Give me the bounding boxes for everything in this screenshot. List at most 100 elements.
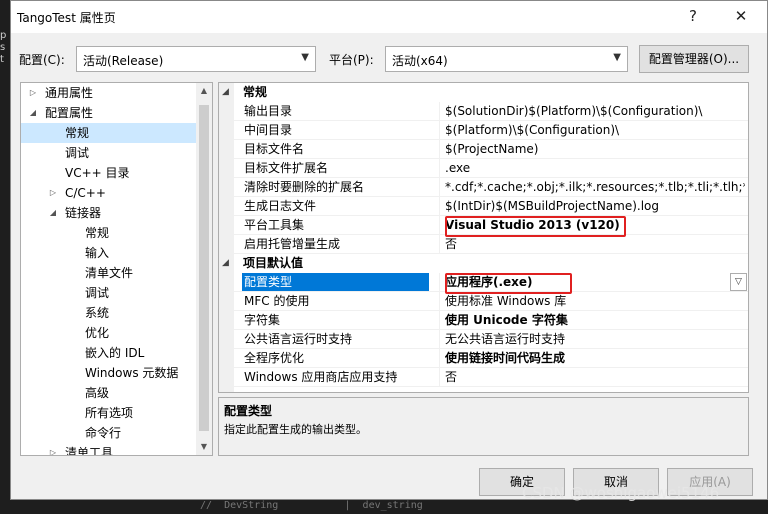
scroll-down-icon[interactable]: ▼ (196, 439, 212, 455)
help-icon[interactable]: ? (681, 5, 705, 27)
collapse-icon[interactable]: ◢ (222, 83, 229, 102)
property-key: 启用托管增量生成 (244, 237, 341, 251)
column-divider[interactable] (439, 273, 440, 292)
platform-label: 平台(P): (329, 53, 374, 67)
scroll-thumb[interactable] (199, 105, 209, 431)
scroll-up-icon[interactable]: ▲ (196, 83, 212, 99)
column-divider[interactable] (439, 121, 440, 140)
chevron-down-icon: ▼ (301, 52, 309, 63)
property-row[interactable]: 输出目录 $(SolutionDir)$(Platform)\$(Configur… (234, 102, 748, 121)
column-divider[interactable] (439, 330, 440, 349)
tree-item-label: 命令行 (85, 426, 122, 440)
background-code-line: // DevString | dev_string (0, 500, 768, 514)
category-project-defaults[interactable]: ◢ 项目默认值 (219, 254, 748, 273)
category-defaults-label: 项目默认值 (243, 256, 304, 270)
expand-icon[interactable]: ▷ (47, 183, 59, 203)
property-value[interactable]: $(Platform)\$(Configuration)\ (445, 121, 745, 139)
property-value[interactable]: $(IntDir)$(MSBuildProjectName).log (445, 197, 745, 215)
tree-item[interactable]: 优化 (21, 323, 212, 343)
tree-item-label: 调试 (65, 146, 90, 160)
column-divider[interactable] (439, 368, 440, 387)
tree-item-label: Windows 元数据 (85, 366, 179, 380)
property-row[interactable]: 目标文件扩展名 .exe (234, 159, 748, 178)
column-divider[interactable] (439, 178, 440, 197)
expand-icon[interactable]: ▷ (47, 443, 59, 455)
property-row[interactable]: 中间目录 $(Platform)\$(Configuration)\ (234, 121, 748, 140)
category-general[interactable]: ◢ 常规 (219, 83, 748, 102)
property-value[interactable]: $(ProjectName) (445, 140, 745, 158)
property-row[interactable]: 全程序优化 使用链接时间代码生成 (234, 349, 748, 368)
property-value[interactable]: 否 (445, 235, 745, 253)
column-divider[interactable] (439, 159, 440, 178)
column-divider[interactable] (439, 216, 440, 235)
category-general-label: 常规 (243, 85, 268, 99)
tree-item[interactable]: Windows 元数据 (21, 363, 212, 383)
tree-item[interactable]: 常规 (21, 223, 212, 243)
tree-item-label: 常规 (65, 126, 90, 140)
property-value[interactable]: *.cdf;*.cache;*.obj;*.ilk;*.resources;*.… (445, 178, 745, 196)
background-editor-text: p s t (0, 30, 7, 65)
tree-item[interactable]: ◢ 链接器 (21, 203, 212, 223)
tree-item-label: 所有选项 (85, 406, 134, 420)
collapse-icon[interactable]: ◢ (222, 254, 229, 273)
column-divider[interactable] (439, 292, 440, 311)
tree-item[interactable]: 清单文件 (21, 263, 212, 283)
tree-item-label: 系统 (85, 306, 110, 320)
property-row[interactable]: 字符集 使用 Unicode 字符集 (234, 311, 748, 330)
property-row[interactable]: 清除时要删除的扩展名 *.cdf;*.cache;*.obj;*.ilk;*.re… (234, 178, 748, 197)
tree-item[interactable]: 调试 (21, 283, 212, 303)
property-value[interactable]: 使用 Unicode 字符集 (445, 311, 745, 329)
property-key: 字符集 (244, 313, 281, 327)
close-icon[interactable]: ✕ (729, 5, 753, 27)
tree-item[interactable]: 调试 (21, 143, 212, 163)
tree-item[interactable]: ▷ C/C++ (21, 183, 212, 203)
column-divider[interactable] (439, 197, 440, 216)
property-row[interactable]: 公共语言运行时支持 无公共语言运行时支持 (234, 330, 748, 349)
tree-item[interactable]: 所有选项 (21, 403, 212, 423)
column-divider[interactable] (439, 311, 440, 330)
tree-item[interactable]: 高级 (21, 383, 212, 403)
tree-item-label: VC++ 目录 (65, 166, 130, 180)
column-divider[interactable] (439, 349, 440, 368)
property-row[interactable]: MFC 的使用 使用标准 Windows 库 (234, 292, 748, 311)
tree-item-label: 配置属性 (45, 106, 94, 120)
config-select[interactable]: 活动(Release) ▼ (76, 46, 316, 72)
tree-scrollbar[interactable]: ▲ ▼ (196, 83, 212, 455)
collapse-icon[interactable]: ◢ (47, 203, 59, 223)
column-divider[interactable] (439, 235, 440, 254)
property-value[interactable]: 否 (445, 368, 745, 386)
property-row[interactable]: Windows 应用商店应用支持 否 (234, 368, 748, 387)
tree-item[interactable]: 系统 (21, 303, 212, 323)
property-value[interactable]: 使用链接时间代码生成 (445, 349, 745, 367)
property-value[interactable]: 使用标准 Windows 库 (445, 292, 745, 310)
platform-select-value: 活动(x64) (392, 54, 448, 68)
property-value[interactable]: .exe (445, 159, 745, 177)
watermark: CSDN @woshigaowei5146 (522, 484, 720, 502)
tree-item[interactable]: 常规 (21, 123, 212, 143)
tree-item[interactable]: ▷ 通用属性 (21, 83, 212, 103)
property-key: 目标文件名 (244, 142, 305, 156)
annotation-box-toolset (445, 216, 626, 237)
chevron-down-icon[interactable]: ▽ (730, 273, 747, 291)
property-row[interactable]: 目标文件名 $(ProjectName) (234, 140, 748, 159)
expand-icon[interactable]: ▷ (27, 83, 39, 103)
tree-item[interactable]: ▷ 清单工具 (21, 443, 212, 455)
property-row[interactable]: 生成日志文件 $(IntDir)$(MSBuildProjectName).log (234, 197, 748, 216)
property-row[interactable]: 启用托管增量生成 否 (234, 235, 748, 254)
tree-item-label: C/C++ (65, 186, 106, 200)
collapse-icon[interactable]: ◢ (27, 103, 39, 123)
config-manager-button[interactable]: 配置管理器(O)... (639, 45, 749, 73)
property-key: Windows 应用商店应用支持 (244, 370, 398, 384)
tree-item[interactable]: ◢ 配置属性 (21, 103, 212, 123)
column-divider[interactable] (439, 102, 440, 121)
tree-item[interactable]: 命令行 (21, 423, 212, 443)
tree-item[interactable]: 输入 (21, 243, 212, 263)
property-value[interactable]: $(SolutionDir)$(Platform)\$(Configuratio… (445, 102, 745, 120)
tree-item[interactable]: VC++ 目录 (21, 163, 212, 183)
platform-select[interactable]: 活动(x64) ▼ (385, 46, 628, 72)
property-key: 清除时要删除的扩展名 (244, 180, 365, 194)
property-value[interactable]: 无公共语言运行时支持 (445, 330, 745, 348)
property-key: MFC 的使用 (244, 294, 310, 308)
tree-item[interactable]: 嵌入的 IDL (21, 343, 212, 363)
column-divider[interactable] (439, 140, 440, 159)
